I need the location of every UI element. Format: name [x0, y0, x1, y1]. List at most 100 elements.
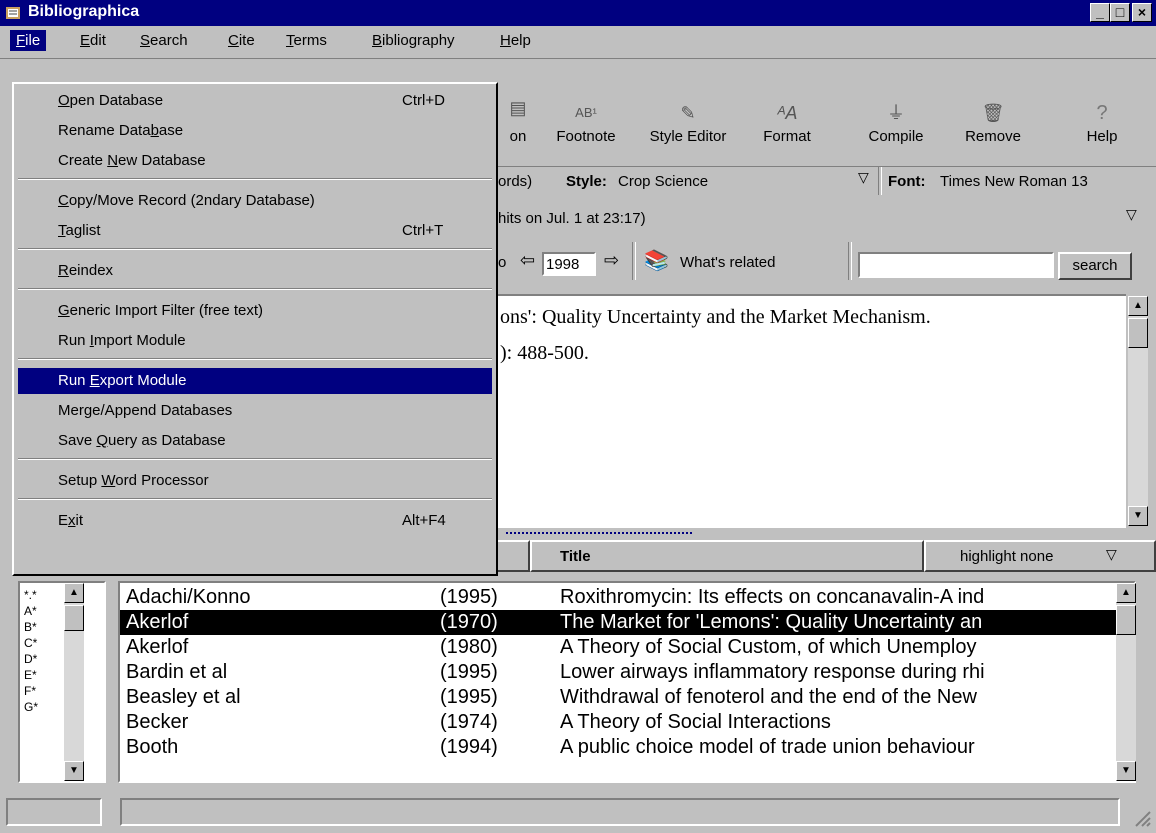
file-menu-item[interactable]: Copy/Move Record (2ndary Database) — [18, 188, 492, 214]
scroll-up-button[interactable]: ▲ — [64, 583, 84, 603]
arrow-right-icon[interactable]: ⇨ — [604, 250, 619, 271]
file-menu-dropdown: Open Database Ctrl+D Rename Database Create… — [12, 82, 498, 576]
letter-item[interactable]: A* — [24, 603, 38, 619]
label-text-rest: eneric Import Filter (free text) — [69, 302, 264, 319]
table-row[interactable]: Beasley et al (1995) Withdrawal of fenoter… — [120, 685, 1120, 710]
file-menu-item[interactable]: Taglist Ctrl+T — [18, 218, 492, 244]
label-text: Run — [58, 332, 90, 349]
table-row[interactable]: Bardin et al (1995) Lower airways inflamma… — [120, 660, 1120, 685]
file-menu-item[interactable]: Reindex — [18, 258, 492, 284]
style-dropdown-icon[interactable]: ▽ — [858, 169, 869, 186]
style-value[interactable]: Crop Science — [618, 173, 708, 190]
close-button[interactable]: × — [1132, 3, 1152, 22]
reference-preview[interactable]: ons': Quality Uncertainty and the Market… — [494, 294, 1126, 528]
scroll-down-button[interactable]: ▼ — [1116, 761, 1136, 781]
label-text-rest: xport Module — [99, 372, 187, 389]
search-input[interactable] — [858, 252, 1054, 278]
scroll-thumb[interactable] — [1116, 605, 1136, 635]
table-row[interactable]: Booth (1994) A public choice model of trad… — [120, 735, 1120, 760]
scroll-up-button[interactable]: ▲ — [1116, 583, 1136, 603]
menu-help[interactable]: Help — [494, 30, 537, 51]
table-row[interactable]: Becker (1974) A Theory of Social Interacti… — [120, 710, 1120, 735]
toolbar-compile-button[interactable]: ⏚ Compile — [856, 98, 936, 158]
menu-item-label: Generic Import Filter (free text) — [58, 298, 263, 324]
label-mnemonic: Q — [96, 432, 109, 449]
highlight-dropdown[interactable]: highlight none ▽ — [924, 540, 1156, 572]
scroll-up-button[interactable]: ▲ — [1128, 296, 1148, 316]
letter-item[interactable]: G* — [24, 699, 38, 715]
file-menu-item[interactable]: Run Import Module — [18, 328, 492, 354]
file-menu-item[interactable]: Exit Alt+F4 — [18, 508, 492, 534]
toolbar-remove-button[interactable]: 🗑 Remove — [950, 98, 1036, 158]
record-title: A Theory of Social Interactions — [560, 711, 831, 733]
file-menu-item[interactable]: Open Database Ctrl+D — [18, 88, 492, 114]
menu-bibliography[interactable]: Bibliography — [366, 30, 461, 51]
letter-item[interactable]: D* — [24, 651, 38, 667]
letter-item[interactable]: B* — [24, 619, 38, 635]
record-title: Roxithromycin: Its effects on concanaval… — [560, 586, 985, 608]
chevron-down-icon[interactable]: ▽ — [1126, 206, 1137, 223]
label-text-rest: aglist — [65, 222, 101, 239]
year-field[interactable] — [542, 252, 596, 276]
separator — [632, 242, 636, 280]
toolbar-citation-button[interactable]: ▤ on — [498, 98, 538, 158]
search-button[interactable]: search — [1058, 252, 1132, 280]
letter-item[interactable]: E* — [24, 667, 38, 683]
minimize-button[interactable]: _ — [1090, 3, 1110, 22]
letter-item[interactable]: *.* — [24, 587, 38, 603]
menu-mnemonic: B — [372, 32, 383, 49]
toolbar-style-editor-button[interactable]: ✎ Style Editor — [632, 98, 744, 158]
scroll-thumb[interactable] — [64, 605, 84, 631]
menu-item-label: Open Database — [58, 88, 163, 114]
arrow-left-icon[interactable]: ⇦ — [520, 250, 535, 271]
font-value[interactable]: Times New Roman 13 — [940, 173, 1088, 190]
label-text: Create — [58, 152, 108, 169]
table-row[interactable]: Adachi/Konno (1995) Roxithromycin: Its eff… — [120, 585, 1120, 610]
toolbar-footnote-button[interactable]: AB¹ Footnote — [544, 98, 628, 158]
records-scrollbar[interactable]: ▲ ▼ — [1116, 583, 1136, 781]
menu-file[interactable]: File — [10, 30, 47, 51]
title-column-header[interactable]: Title — [530, 540, 924, 572]
letter-item[interactable]: F* — [24, 683, 38, 699]
title-bar[interactable]: Bibliographica _ □ × — [0, 0, 1156, 26]
scroll-down-button[interactable]: ▼ — [1128, 506, 1148, 526]
toolbar-label: Footnote — [556, 128, 616, 145]
file-menu-item[interactable]: Run Export Module — [18, 368, 492, 394]
scroll-down-button[interactable]: ▼ — [64, 761, 84, 781]
file-menu-item[interactable]: Rename Database — [18, 118, 492, 144]
menu-terms[interactable]: Terms — [280, 30, 333, 51]
file-menu-item[interactable]: Save Query as Database — [18, 428, 492, 454]
menu-edit[interactable]: Edit — [74, 30, 112, 51]
whats-related-button[interactable]: 📚 What's related — [640, 248, 840, 278]
file-menu-item[interactable]: Merge/Append Databases — [18, 398, 492, 424]
query-history-dropdown[interactable]: hits on Jul. 1 at 23:17) ▽ — [494, 200, 1150, 236]
chevron-down-icon[interactable]: ▽ — [1106, 546, 1117, 563]
scroll-thumb[interactable] — [1128, 318, 1148, 348]
maximize-button[interactable]: □ — [1110, 3, 1130, 22]
menu-mnemonic: C — [228, 32, 239, 49]
label-text-rest: ase — [158, 122, 184, 139]
menu-item-label: Copy/Move Record (2ndary Database) — [58, 188, 315, 214]
remove-icon: 🗑 — [981, 103, 1005, 123]
file-menu-item[interactable]: Create New Database — [18, 148, 492, 174]
records-list[interactable]: Adachi/Konno (1995) Roxithromycin: Its eff… — [118, 581, 1136, 783]
splitter[interactable] — [494, 526, 1154, 536]
reference-scrollbar[interactable]: ▲ ▼ — [1128, 296, 1148, 526]
year-column-header[interactable] — [494, 540, 530, 572]
label-mnemonic: N — [107, 152, 119, 169]
label-mnemonic: W — [101, 472, 116, 489]
table-row[interactable]: Akerlof (1980) A Theory of Social Custom, … — [120, 635, 1120, 660]
table-row[interactable]: Akerlof (1970) The Market for 'Lemons': Qu… — [120, 610, 1120, 635]
letter-scrollbar[interactable]: ▲ ▼ — [64, 583, 84, 781]
toolbar-format-button[interactable]: ᴬA Format — [752, 98, 822, 158]
toolbar-help-button[interactable]: ? Help — [1072, 98, 1132, 158]
letter-index-list[interactable]: *.* A* B* C* D* E* F* G* ▲ ▼ — [18, 581, 106, 783]
resize-grip-icon[interactable] — [1132, 808, 1152, 828]
file-menu-item[interactable]: Generic Import Filter (free text) — [18, 298, 492, 324]
file-menu-item[interactable]: Setup Word Processor — [18, 468, 492, 494]
menu-cite[interactable]: Cite — [222, 30, 261, 51]
menu-search[interactable]: Search — [134, 30, 194, 51]
status-panel-left — [6, 798, 102, 826]
letter-item[interactable]: C* — [24, 635, 38, 651]
menu-separator — [18, 248, 492, 250]
